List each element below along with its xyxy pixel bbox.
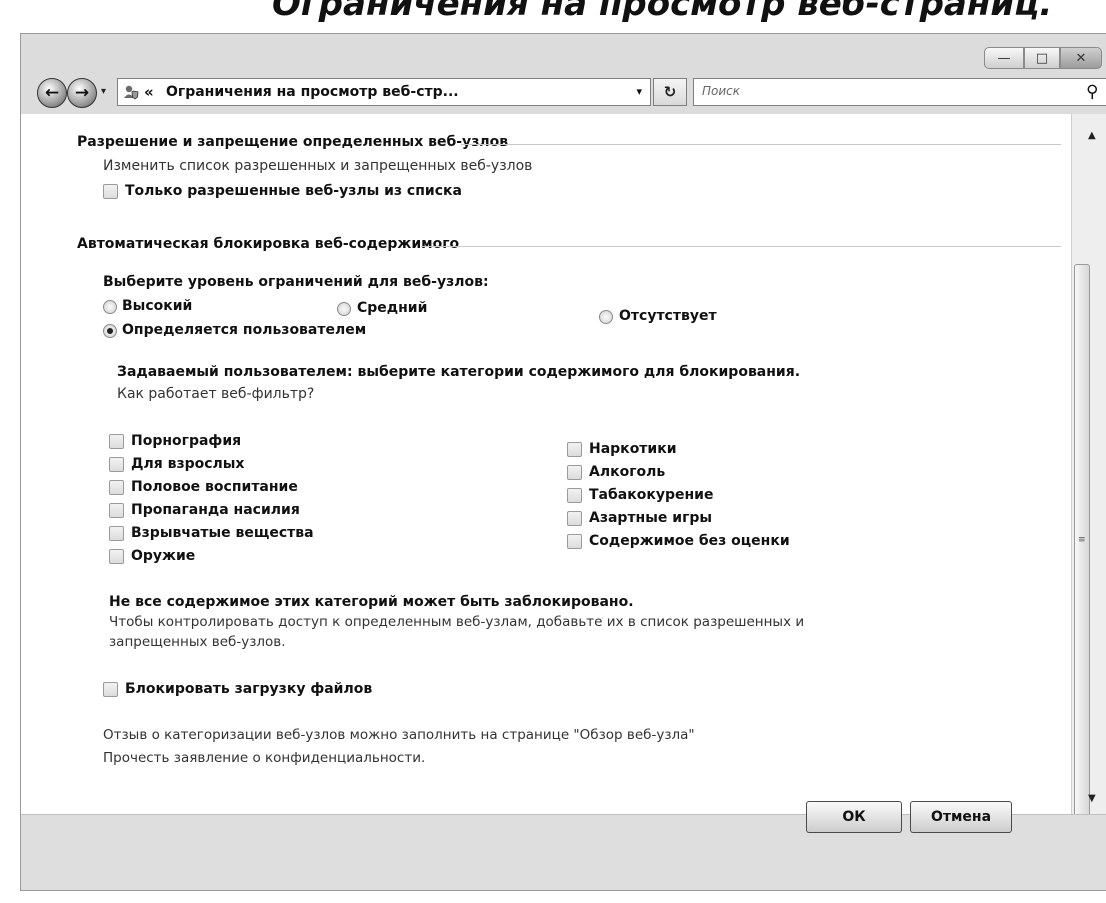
category-checkbox[interactable] <box>567 442 582 457</box>
control-access-text-line1: Чтобы контролировать доступ к определенн… <box>109 614 805 630</box>
category-label: Порнография <box>131 433 242 449</box>
shield-user-icon <box>122 83 140 101</box>
grip-icon: ≡ <box>1078 535 1086 545</box>
search-icon[interactable]: ⚲ <box>1086 82 1098 102</box>
section-divider <box>421 246 1061 247</box>
category-label: Наркотики <box>589 441 677 457</box>
category-label: Табакокурение <box>589 487 714 503</box>
section-header-allow-block: Разрешение и запрещение определенных веб… <box>77 134 509 150</box>
scroll-up-icon[interactable]: ▲ <box>1088 130 1096 141</box>
category-checkbox[interactable] <box>109 480 124 495</box>
category-checkbox[interactable] <box>109 434 124 449</box>
category-checkbox[interactable] <box>109 457 124 472</box>
maximize-icon: □ <box>1035 50 1049 66</box>
page-heading: Ограничения на просмотр веб-страниц. <box>272 0 1053 24</box>
level-none-label: Отсутствует <box>619 308 717 324</box>
ok-button[interactable]: ОК <box>806 801 902 833</box>
category-label: Алкоголь <box>589 464 666 480</box>
breadcrumb-overflow-chevron[interactable]: « <box>144 81 154 103</box>
block-downloads-label: Блокировать загрузку файлов <box>125 681 373 697</box>
forward-button[interactable]: → <box>67 78 97 108</box>
vertical-scrollbar[interactable]: ▲ ≡ ▼ <box>1071 114 1106 824</box>
scroll-down-icon[interactable]: ▼ <box>1088 793 1096 804</box>
restriction-level-prompt: Выберите уровень ограничений для веб-узл… <box>103 274 489 290</box>
block-downloads-checkbox[interactable] <box>103 682 118 697</box>
parental-controls-window: — □ ✕ ← → ▾ « Ограничения на просмотр ве… <box>20 33 1106 891</box>
address-dropdown-icon[interactable]: ▾ <box>636 85 642 98</box>
breadcrumb-current[interactable]: Ограничения на просмотр веб-стр... <box>166 83 459 101</box>
category-checkbox[interactable] <box>567 488 582 503</box>
search-input[interactable]: Поиск ⚲ <box>693 78 1106 106</box>
category-label: Содержимое без оценки <box>589 533 790 549</box>
settings-content: Разрешение и запрещение определенных веб… <box>21 114 1071 814</box>
custom-categories-intro: Задаваемый пользователем: выберите катег… <box>117 364 801 380</box>
only-allowed-sites-label: Только разрешенные веб-узлы из списка <box>125 183 462 199</box>
category-checkbox[interactable] <box>109 503 124 518</box>
category-label: Пропаганда насилия <box>131 502 300 518</box>
how-filter-works-link[interactable]: Как работает веб-фильтр? <box>117 384 314 404</box>
minimize-button[interactable]: — <box>984 47 1024 69</box>
edit-allow-block-list-link[interactable]: Изменить список разрешенных и запрещенны… <box>103 156 532 176</box>
close-icon: ✕ <box>1075 50 1087 66</box>
category-checkbox[interactable] <box>567 465 582 480</box>
level-custom-label: Определяется пользователем <box>122 322 367 338</box>
level-custom-radio[interactable] <box>103 324 117 338</box>
level-medium-label: Средний <box>357 300 428 316</box>
refresh-icon: ↻ <box>663 83 677 101</box>
minimize-icon: — <box>997 50 1011 66</box>
window-controls: — □ ✕ <box>984 47 1102 69</box>
category-label: Половое воспитание <box>131 479 298 495</box>
close-button[interactable]: ✕ <box>1060 47 1102 69</box>
arrow-right-icon: → <box>74 83 90 103</box>
arrow-left-icon: ← <box>44 83 60 103</box>
search-placeholder: Поиск <box>702 84 741 98</box>
chevron-down-icon: ▾ <box>101 86 107 97</box>
category-checkbox[interactable] <box>567 534 582 549</box>
category-label: Оружие <box>131 548 196 564</box>
categorization-feedback-link[interactable]: Отзыв о категоризации веб-узлов можно за… <box>103 725 695 745</box>
level-high-label: Высокий <box>122 298 193 314</box>
privacy-statement-link[interactable]: Прочесть заявление о конфиденциальности. <box>103 748 425 768</box>
level-none-radio[interactable] <box>599 310 613 324</box>
back-button[interactable]: ← <box>37 78 67 108</box>
refresh-button[interactable]: ↻ <box>653 78 687 106</box>
level-high-radio[interactable] <box>103 300 117 314</box>
category-checkbox[interactable] <box>109 526 124 541</box>
only-allowed-sites-checkbox[interactable] <box>103 184 118 199</box>
category-label: Взрывчатые вещества <box>131 525 314 541</box>
category-checkbox[interactable] <box>567 511 582 526</box>
section-header-auto-block: Автоматическая блокировка веб-содержимог… <box>77 236 460 252</box>
recent-pages-dropdown[interactable]: ▾ <box>101 86 106 97</box>
maximize-button[interactable]: □ <box>1024 47 1060 69</box>
scrollbar-thumb[interactable]: ≡ <box>1074 264 1090 824</box>
section-divider <box>461 144 1061 145</box>
control-access-text-line2: запрещенных веб-узлов. <box>109 634 286 650</box>
level-medium-radio[interactable] <box>337 302 351 316</box>
not-all-blocked-note: Не все содержимое этих категорий может б… <box>109 594 634 610</box>
category-label: Азартные игры <box>589 510 713 526</box>
category-checkbox[interactable] <box>109 549 124 564</box>
cancel-button[interactable]: Отмена <box>910 801 1012 833</box>
category-label: Для взрослых <box>131 456 245 472</box>
address-bar[interactable]: « Ограничения на просмотр веб-стр... ▾ <box>117 78 651 106</box>
